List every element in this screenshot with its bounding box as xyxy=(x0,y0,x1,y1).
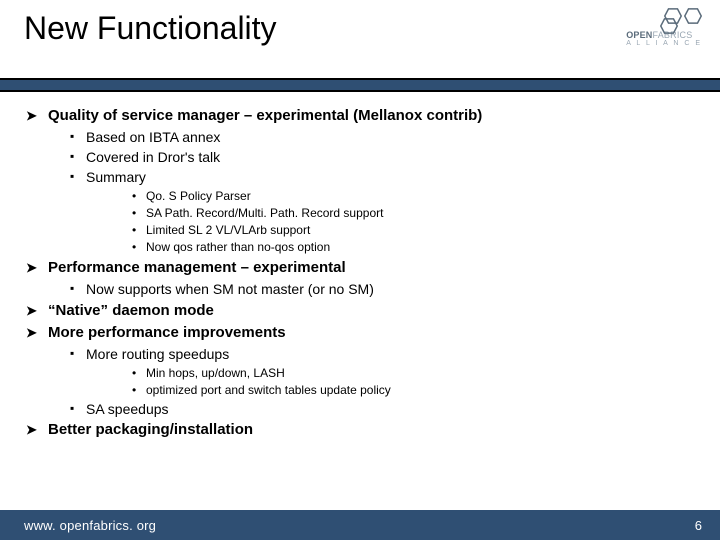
bullet-text: Better packaging/installation xyxy=(48,421,253,438)
slide: New Functionality OPENFABRICS A L L I A … xyxy=(0,0,720,540)
bullet-text: SA Path. Record/Multi. Path. Record supp… xyxy=(146,206,383,220)
bullet-l2: Now supports when SM not master (or no S… xyxy=(48,280,694,299)
bullet-text: “Native” daemon mode xyxy=(48,302,214,319)
hexagon-icon xyxy=(660,18,678,34)
logo-subtext: A L L I A N C E xyxy=(626,40,702,47)
bullet-text: optimized port and switch tables update … xyxy=(146,383,391,397)
bullet-l1: Better packaging/installation xyxy=(26,420,694,440)
bullet-text: Based on IBTA annex xyxy=(86,129,220,145)
content: Quality of service manager – experimenta… xyxy=(0,92,720,441)
bullet-l3: Min hops, up/down, LASH xyxy=(86,365,694,381)
bullet-l3: Qo. S Policy Parser xyxy=(86,188,694,204)
logo-text-bold: OPEN xyxy=(626,30,652,40)
footer-url: www. openfabrics. org xyxy=(24,518,156,533)
bullet-text: Now qos rather than no-qos option xyxy=(146,240,330,254)
bullet-l3: Now qos rather than no-qos option xyxy=(86,239,694,255)
bullet-l1: Quality of service manager – experimenta… xyxy=(26,106,694,256)
bullet-l2: More routing speedups Min hops, up/down,… xyxy=(48,345,694,398)
bullet-l3: SA Path. Record/Multi. Path. Record supp… xyxy=(86,205,694,221)
bullet-text: Performance management – experimental xyxy=(48,259,346,276)
page-title: New Functionality xyxy=(24,0,720,47)
bullet-l1: More performance improvements More routi… xyxy=(26,323,694,418)
bullet-text: Quality of service manager – experimenta… xyxy=(48,107,482,124)
page-number: 6 xyxy=(695,518,702,533)
bullet-text: Now supports when SM not master (or no S… xyxy=(86,281,374,297)
bullet-text: More performance improvements xyxy=(48,324,286,341)
hexagon-icon xyxy=(684,8,702,24)
bullet-text: SA speedups xyxy=(86,401,169,417)
header-band xyxy=(0,78,720,92)
footer: www. openfabrics. org 6 xyxy=(0,510,720,540)
bullet-l2: Summary Qo. S Policy Parser SA Path. Rec… xyxy=(48,168,694,256)
bullet-l1: Performance management – experimental No… xyxy=(26,258,694,299)
bullet-l2: Covered in Dror's talk xyxy=(48,148,694,167)
bullet-l2: Based on IBTA annex xyxy=(48,128,694,147)
bullet-l2: SA speedups xyxy=(48,400,694,419)
bullet-text: Limited SL 2 VL/VLArb support xyxy=(146,223,310,237)
bullet-l1: “Native” daemon mode xyxy=(26,301,694,321)
logo: OPENFABRICS A L L I A N C E xyxy=(626,8,702,47)
bullet-text: Covered in Dror's talk xyxy=(86,149,220,165)
bullet-list: Quality of service manager – experimenta… xyxy=(26,106,694,441)
bullet-text: More routing speedups xyxy=(86,346,229,362)
bullet-text: Summary xyxy=(86,169,146,185)
bullet-text: Qo. S Policy Parser xyxy=(146,189,251,203)
bullet-l3: Limited SL 2 VL/VLArb support xyxy=(86,222,694,238)
bullet-l3: optimized port and switch tables update … xyxy=(86,382,694,398)
bullet-text: Min hops, up/down, LASH xyxy=(146,366,285,380)
header: New Functionality OPENFABRICS A L L I A … xyxy=(0,0,720,78)
